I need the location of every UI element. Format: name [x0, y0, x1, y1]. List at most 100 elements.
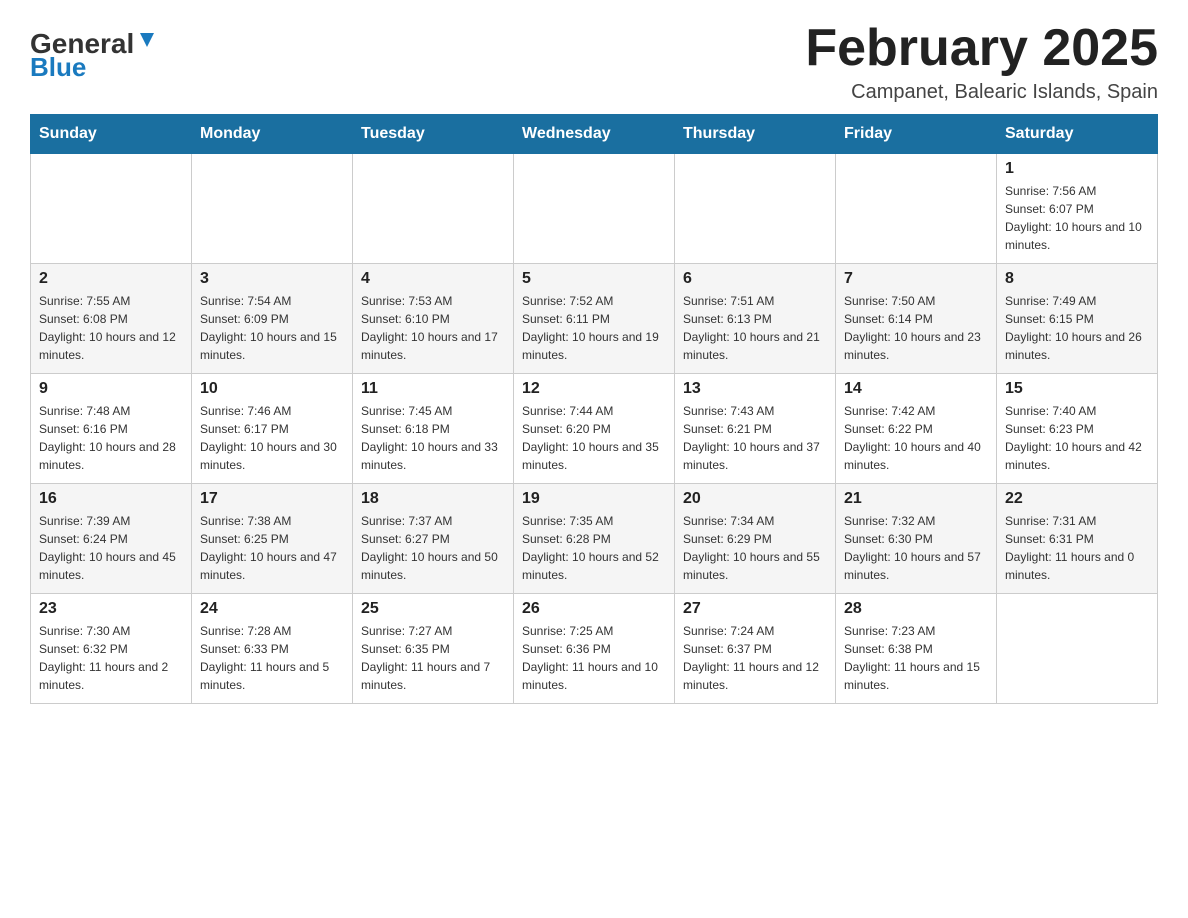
- day-info: Sunrise: 7:27 AMSunset: 6:35 PMDaylight:…: [361, 622, 505, 694]
- day-info: Sunrise: 7:53 AMSunset: 6:10 PMDaylight:…: [361, 292, 505, 364]
- day-number: 23: [39, 600, 183, 618]
- calendar-cell: 7 Sunrise: 7:50 AMSunset: 6:14 PMDaylight…: [836, 264, 997, 374]
- calendar-cell: 22 Sunrise: 7:31 AMSunset: 6:31 PMDayligh…: [997, 484, 1158, 594]
- logo: General Blue: [30, 30, 158, 80]
- day-number: 21: [844, 490, 988, 508]
- day-number: 18: [361, 490, 505, 508]
- col-friday: Friday: [836, 115, 997, 154]
- calendar-cell: [675, 154, 836, 264]
- day-info: Sunrise: 7:38 AMSunset: 6:25 PMDaylight:…: [200, 512, 344, 584]
- day-number: 25: [361, 600, 505, 618]
- day-number: 14: [844, 380, 988, 398]
- day-number: 10: [200, 380, 344, 398]
- day-number: 20: [683, 490, 827, 508]
- calendar-cell: 27 Sunrise: 7:24 AMSunset: 6:37 PMDayligh…: [675, 594, 836, 704]
- col-tuesday: Tuesday: [353, 115, 514, 154]
- calendar-week-row: 16 Sunrise: 7:39 AMSunset: 6:24 PMDayligh…: [31, 484, 1158, 594]
- calendar-cell: 17Sunrise: 7:38 AMSunset: 6:25 PMDayligh…: [192, 484, 353, 594]
- day-number: 16: [39, 490, 183, 508]
- day-info: Sunrise: 7:37 AMSunset: 6:27 PMDaylight:…: [361, 512, 505, 584]
- day-number: 5: [522, 270, 666, 288]
- day-info: Sunrise: 7:32 AMSunset: 6:30 PMDaylight:…: [844, 512, 988, 584]
- calendar-cell: 6Sunrise: 7:51 AMSunset: 6:13 PMDaylight…: [675, 264, 836, 374]
- calendar-cell: 20 Sunrise: 7:34 AMSunset: 6:29 PMDayligh…: [675, 484, 836, 594]
- calendar-cell: [31, 154, 192, 264]
- calendar-cell: 5 Sunrise: 7:52 AMSunset: 6:11 PMDaylight…: [514, 264, 675, 374]
- day-info: Sunrise: 7:56 AMSunset: 6:07 PMDaylight:…: [1005, 182, 1149, 254]
- day-number: 24: [200, 600, 344, 618]
- day-number: 11: [361, 380, 505, 398]
- day-info: Sunrise: 7:40 AMSunset: 6:23 PMDaylight:…: [1005, 402, 1149, 474]
- page-header: General Blue February 2025 Campanet, Bal…: [30, 20, 1158, 104]
- col-saturday: Saturday: [997, 115, 1158, 154]
- day-number: 28: [844, 600, 988, 618]
- calendar-title: February 2025: [805, 20, 1158, 77]
- day-number: 19: [522, 490, 666, 508]
- day-info: Sunrise: 7:54 AMSunset: 6:09 PMDaylight:…: [200, 292, 344, 364]
- calendar-week-row: 23 Sunrise: 7:30 AMSunset: 6:32 PMDayligh…: [31, 594, 1158, 704]
- day-info: Sunrise: 7:34 AMSunset: 6:29 PMDaylight:…: [683, 512, 827, 584]
- calendar-cell: 11 Sunrise: 7:45 AMSunset: 6:18 PMDayligh…: [353, 374, 514, 484]
- day-number: 27: [683, 600, 827, 618]
- day-number: 4: [361, 270, 505, 288]
- title-block: February 2025 Campanet, Balearic Islands…: [805, 20, 1158, 104]
- calendar-cell: [514, 154, 675, 264]
- day-info: Sunrise: 7:46 AMSunset: 6:17 PMDaylight:…: [200, 402, 344, 474]
- calendar-week-row: 2 Sunrise: 7:55 AMSunset: 6:08 PMDaylight…: [31, 264, 1158, 374]
- day-number: 2: [39, 270, 183, 288]
- day-number: 7: [844, 270, 988, 288]
- day-info: Sunrise: 7:25 AMSunset: 6:36 PMDaylight:…: [522, 622, 666, 694]
- calendar-cell: 13 Sunrise: 7:43 AMSunset: 6:21 PMDayligh…: [675, 374, 836, 484]
- day-info: Sunrise: 7:52 AMSunset: 6:11 PMDaylight:…: [522, 292, 666, 364]
- day-info: Sunrise: 7:49 AMSunset: 6:15 PMDaylight:…: [1005, 292, 1149, 364]
- calendar-cell: 8Sunrise: 7:49 AMSunset: 6:15 PMDaylight…: [997, 264, 1158, 374]
- calendar-table: Sunday Monday Tuesday Wednesday Thursday…: [30, 114, 1158, 704]
- col-monday: Monday: [192, 115, 353, 154]
- calendar-cell: 18 Sunrise: 7:37 AMSunset: 6:27 PMDayligh…: [353, 484, 514, 594]
- day-info: Sunrise: 7:45 AMSunset: 6:18 PMDaylight:…: [361, 402, 505, 474]
- day-number: 26: [522, 600, 666, 618]
- calendar-cell: 24 Sunrise: 7:28 AMSunset: 6:33 PMDayligh…: [192, 594, 353, 704]
- day-info: Sunrise: 7:48 AMSunset: 6:16 PMDaylight:…: [39, 402, 183, 474]
- day-info: Sunrise: 7:24 AMSunset: 6:37 PMDaylight:…: [683, 622, 827, 694]
- day-number: 13: [683, 380, 827, 398]
- day-info: Sunrise: 7:42 AMSunset: 6:22 PMDaylight:…: [844, 402, 988, 474]
- calendar-cell: 12 Sunrise: 7:44 AMSunset: 6:20 PMDayligh…: [514, 374, 675, 484]
- calendar-subtitle: Campanet, Balearic Islands, Spain: [805, 81, 1158, 104]
- calendar-week-row: 1 Sunrise: 7:56 AMSunset: 6:07 PMDaylight…: [31, 154, 1158, 264]
- day-info: Sunrise: 7:50 AMSunset: 6:14 PMDaylight:…: [844, 292, 988, 364]
- day-info: Sunrise: 7:23 AMSunset: 6:38 PMDaylight:…: [844, 622, 988, 694]
- day-number: 22: [1005, 490, 1149, 508]
- logo-triangle-icon: [136, 31, 158, 51]
- calendar-cell: [192, 154, 353, 264]
- day-info: Sunrise: 7:28 AMSunset: 6:33 PMDaylight:…: [200, 622, 344, 694]
- day-number: 3: [200, 270, 344, 288]
- calendar-cell: 26 Sunrise: 7:25 AMSunset: 6:36 PMDayligh…: [514, 594, 675, 704]
- day-info: Sunrise: 7:31 AMSunset: 6:31 PMDaylight:…: [1005, 512, 1149, 584]
- day-number: 15: [1005, 380, 1149, 398]
- col-sunday: Sunday: [31, 115, 192, 154]
- calendar-cell: 25 Sunrise: 7:27 AMSunset: 6:35 PMDayligh…: [353, 594, 514, 704]
- calendar-cell: 3 Sunrise: 7:54 AMSunset: 6:09 PMDaylight…: [192, 264, 353, 374]
- day-number: 1: [1005, 160, 1149, 178]
- calendar-cell: 14 Sunrise: 7:42 AMSunset: 6:22 PMDayligh…: [836, 374, 997, 484]
- day-info: Sunrise: 7:44 AMSunset: 6:20 PMDaylight:…: [522, 402, 666, 474]
- calendar-week-row: 9 Sunrise: 7:48 AMSunset: 6:16 PMDaylight…: [31, 374, 1158, 484]
- calendar-cell: 28 Sunrise: 7:23 AMSunset: 6:38 PMDayligh…: [836, 594, 997, 704]
- day-info: Sunrise: 7:43 AMSunset: 6:21 PMDaylight:…: [683, 402, 827, 474]
- day-info: Sunrise: 7:51 AMSunset: 6:13 PMDaylight:…: [683, 292, 827, 364]
- day-number: 12: [522, 380, 666, 398]
- calendar-cell: 10 Sunrise: 7:46 AMSunset: 6:17 PMDayligh…: [192, 374, 353, 484]
- calendar-cell: [997, 594, 1158, 704]
- day-info: Sunrise: 7:35 AMSunset: 6:28 PMDaylight:…: [522, 512, 666, 584]
- day-info: Sunrise: 7:55 AMSunset: 6:08 PMDaylight:…: [39, 292, 183, 364]
- day-info: Sunrise: 7:30 AMSunset: 6:32 PMDaylight:…: [39, 622, 183, 694]
- day-info: Sunrise: 7:39 AMSunset: 6:24 PMDaylight:…: [39, 512, 183, 584]
- calendar-cell: 23 Sunrise: 7:30 AMSunset: 6:32 PMDayligh…: [31, 594, 192, 704]
- calendar-header-row: Sunday Monday Tuesday Wednesday Thursday…: [31, 115, 1158, 154]
- calendar-cell: 21 Sunrise: 7:32 AMSunset: 6:30 PMDayligh…: [836, 484, 997, 594]
- calendar-cell: 15 Sunrise: 7:40 AMSunset: 6:23 PMDayligh…: [997, 374, 1158, 484]
- logo-blue: Blue: [30, 54, 86, 80]
- day-number: 9: [39, 380, 183, 398]
- calendar-cell: 16 Sunrise: 7:39 AMSunset: 6:24 PMDayligh…: [31, 484, 192, 594]
